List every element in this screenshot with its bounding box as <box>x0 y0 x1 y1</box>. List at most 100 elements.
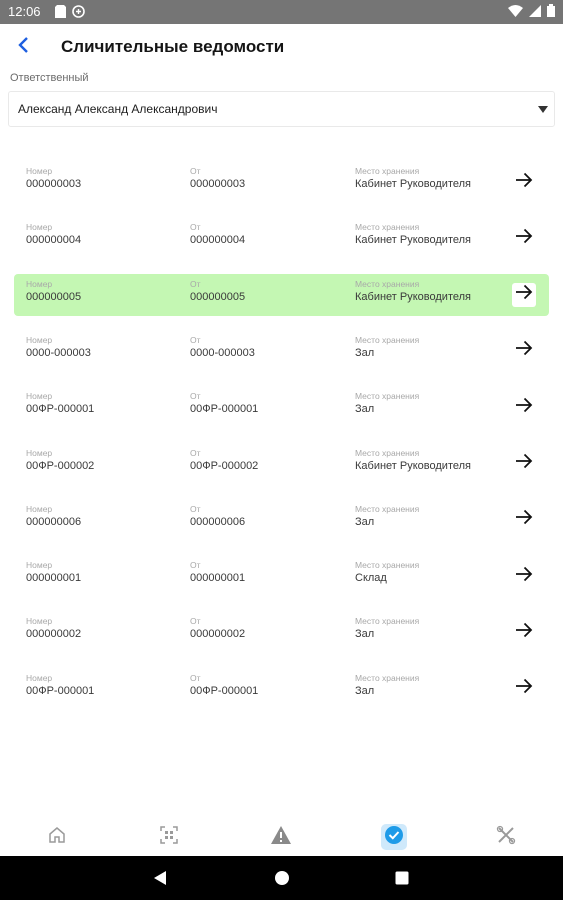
document-location-label: Место хранения <box>355 334 420 345</box>
document-from-label: От <box>190 616 201 627</box>
open-document-button[interactable] <box>512 452 536 476</box>
nav-settings[interactable] <box>493 824 519 850</box>
document-from-label: От <box>190 560 201 571</box>
document-row[interactable]: Номер 000000003 От 000000003 Место хранения К… <box>14 161 549 203</box>
dropdown-arrow-icon <box>538 106 548 113</box>
home-icon <box>47 825 67 850</box>
back-button[interactable] <box>10 34 36 60</box>
open-document-button[interactable] <box>512 282 536 307</box>
document-from-label: От <box>190 278 201 289</box>
document-number-cell: Номер 000000002 <box>26 616 81 640</box>
document-number-value: 00ФР-000001 <box>26 684 95 697</box>
document-row[interactable]: Номер 000000002 От 000000002 Место хранения З… <box>14 611 549 653</box>
status-bar: 12:06 <box>0 0 563 24</box>
document-location-cell: Место хранения Кабинет Руководителя <box>355 279 471 303</box>
status-time: 12:06 <box>8 4 41 19</box>
document-from-value: 00ФР-000001 <box>190 684 259 697</box>
open-document-button[interactable] <box>512 170 536 194</box>
document-from-cell: От 00ФР-000001 <box>190 391 258 415</box>
document-location-value: Кабинет Руководителя <box>355 290 471 303</box>
open-document-button[interactable] <box>512 226 536 250</box>
document-row[interactable]: Номер 00ФР-000001 От 00ФР-000001 Место хране… <box>14 386 549 428</box>
document-location-value: Зал <box>355 403 375 416</box>
document-row[interactable]: Номер 0000-000003 От 0000-000003 Место хране… <box>14 330 549 372</box>
document-number-label: Номер <box>26 447 53 458</box>
document-location-cell: Место хранения Кабинет Руководителя <box>355 222 471 246</box>
page-title: Сличительные ведомости <box>61 37 285 56</box>
document-number-value: 000000003 <box>26 178 82 190</box>
arrow-right-icon <box>515 678 533 699</box>
document-from-label: От <box>190 166 201 176</box>
document-location-label: Место хранения <box>355 616 420 627</box>
app-bar: Сличительные ведомости <box>0 24 563 70</box>
wifi-icon <box>508 4 523 20</box>
document-location-value: Кабинет Руководителя <box>355 459 471 472</box>
document-number-label: Номер <box>26 503 53 514</box>
document-from-cell: От 000000006 <box>190 504 245 528</box>
document-number-cell: Номер 00ФР-000001 <box>26 673 94 697</box>
document-number-cell: Номер 000000001 <box>26 560 81 584</box>
document-number-cell: Номер 000000003 <box>26 166 81 190</box>
document-number-label: Номер <box>26 166 53 176</box>
document-location-cell: Место хранения Кабинет Руководителя <box>355 166 471 190</box>
document-number-cell: Номер 0000-000003 <box>26 335 91 359</box>
document-location-value: Зал <box>355 346 375 359</box>
document-from-value: 00ФР-000002 <box>190 459 259 472</box>
system-recents-button[interactable] <box>394 870 410 886</box>
document-location-cell: Место хранения Кабинет Руководителя <box>355 448 471 472</box>
document-number-label: Номер <box>26 334 53 345</box>
system-back-button[interactable] <box>152 870 168 886</box>
open-document-button[interactable] <box>512 564 536 588</box>
document-location-value: Склад <box>355 572 387 585</box>
document-from-value: 000000004 <box>190 234 246 247</box>
document-location-label: Место хранения <box>355 503 420 514</box>
open-document-button[interactable] <box>512 508 536 532</box>
document-row[interactable]: Номер 00ФР-000002 От 00ФР-000002 Место хране… <box>14 443 549 485</box>
document-from-label: От <box>190 391 201 402</box>
responsible-dropdown[interactable]: Александ Александ Александрович <box>8 91 555 127</box>
arrow-right-icon <box>515 340 533 361</box>
nav-reconciliation[interactable] <box>381 824 407 850</box>
nav-home[interactable] <box>44 824 70 850</box>
arrow-right-icon <box>515 509 533 530</box>
document-number-value: 000000004 <box>26 234 82 247</box>
document-number-cell: Номер 00ФР-000001 <box>26 391 94 415</box>
arrow-right-icon <box>515 397 533 418</box>
document-number-label: Номер <box>26 391 53 402</box>
document-location-value: Зал <box>355 628 375 641</box>
document-number-value: 00ФР-000002 <box>26 459 95 472</box>
check-circle-icon <box>384 825 404 850</box>
document-from-value: 000000003 <box>190 178 246 190</box>
document-from-cell: От 000000003 <box>190 166 245 190</box>
document-location-label: Место хранения <box>355 447 420 458</box>
document-location-cell: Место хранения Зал <box>355 616 419 640</box>
document-location-value: Зал <box>355 515 375 528</box>
document-from-value: 000000002 <box>190 628 246 641</box>
document-row[interactable]: Номер 000000001 От 000000001 Место хранения С… <box>14 555 549 597</box>
document-from-label: От <box>190 447 201 458</box>
nav-scan[interactable] <box>156 824 182 850</box>
document-row[interactable]: Номер 00ФР-000001 От 00ФР-000001 Место хране… <box>14 668 549 710</box>
document-location-value: Зал <box>355 684 375 697</box>
open-document-button[interactable] <box>512 339 536 363</box>
system-home-button[interactable] <box>274 870 290 886</box>
document-number-label: Номер <box>26 672 53 683</box>
open-document-button[interactable] <box>512 395 536 419</box>
document-location-value: Кабинет Руководителя <box>355 178 471 190</box>
recents-square-icon <box>394 871 410 890</box>
arrow-right-icon <box>515 228 533 249</box>
sync-icon <box>72 5 85 18</box>
document-row[interactable]: Номер 000000006 От 000000006 Место хранения З… <box>14 499 549 541</box>
document-number-label: Номер <box>26 560 53 571</box>
document-number-value: 000000005 <box>26 290 82 303</box>
document-row[interactable]: Номер 000000005 От 000000005 Место хранения К… <box>14 273 549 316</box>
open-document-button[interactable] <box>512 620 536 644</box>
document-location-cell: Место хранения Зал <box>355 335 419 359</box>
document-from-cell: От 00ФР-000002 <box>190 448 258 472</box>
nav-warnings[interactable] <box>268 824 294 850</box>
arrow-right-icon <box>515 172 533 193</box>
document-row[interactable]: Номер 000000004 От 000000004 Место хранения К… <box>14 217 549 259</box>
signal-icon <box>529 4 541 20</box>
document-from-label: От <box>190 672 201 683</box>
open-document-button[interactable] <box>512 677 536 701</box>
